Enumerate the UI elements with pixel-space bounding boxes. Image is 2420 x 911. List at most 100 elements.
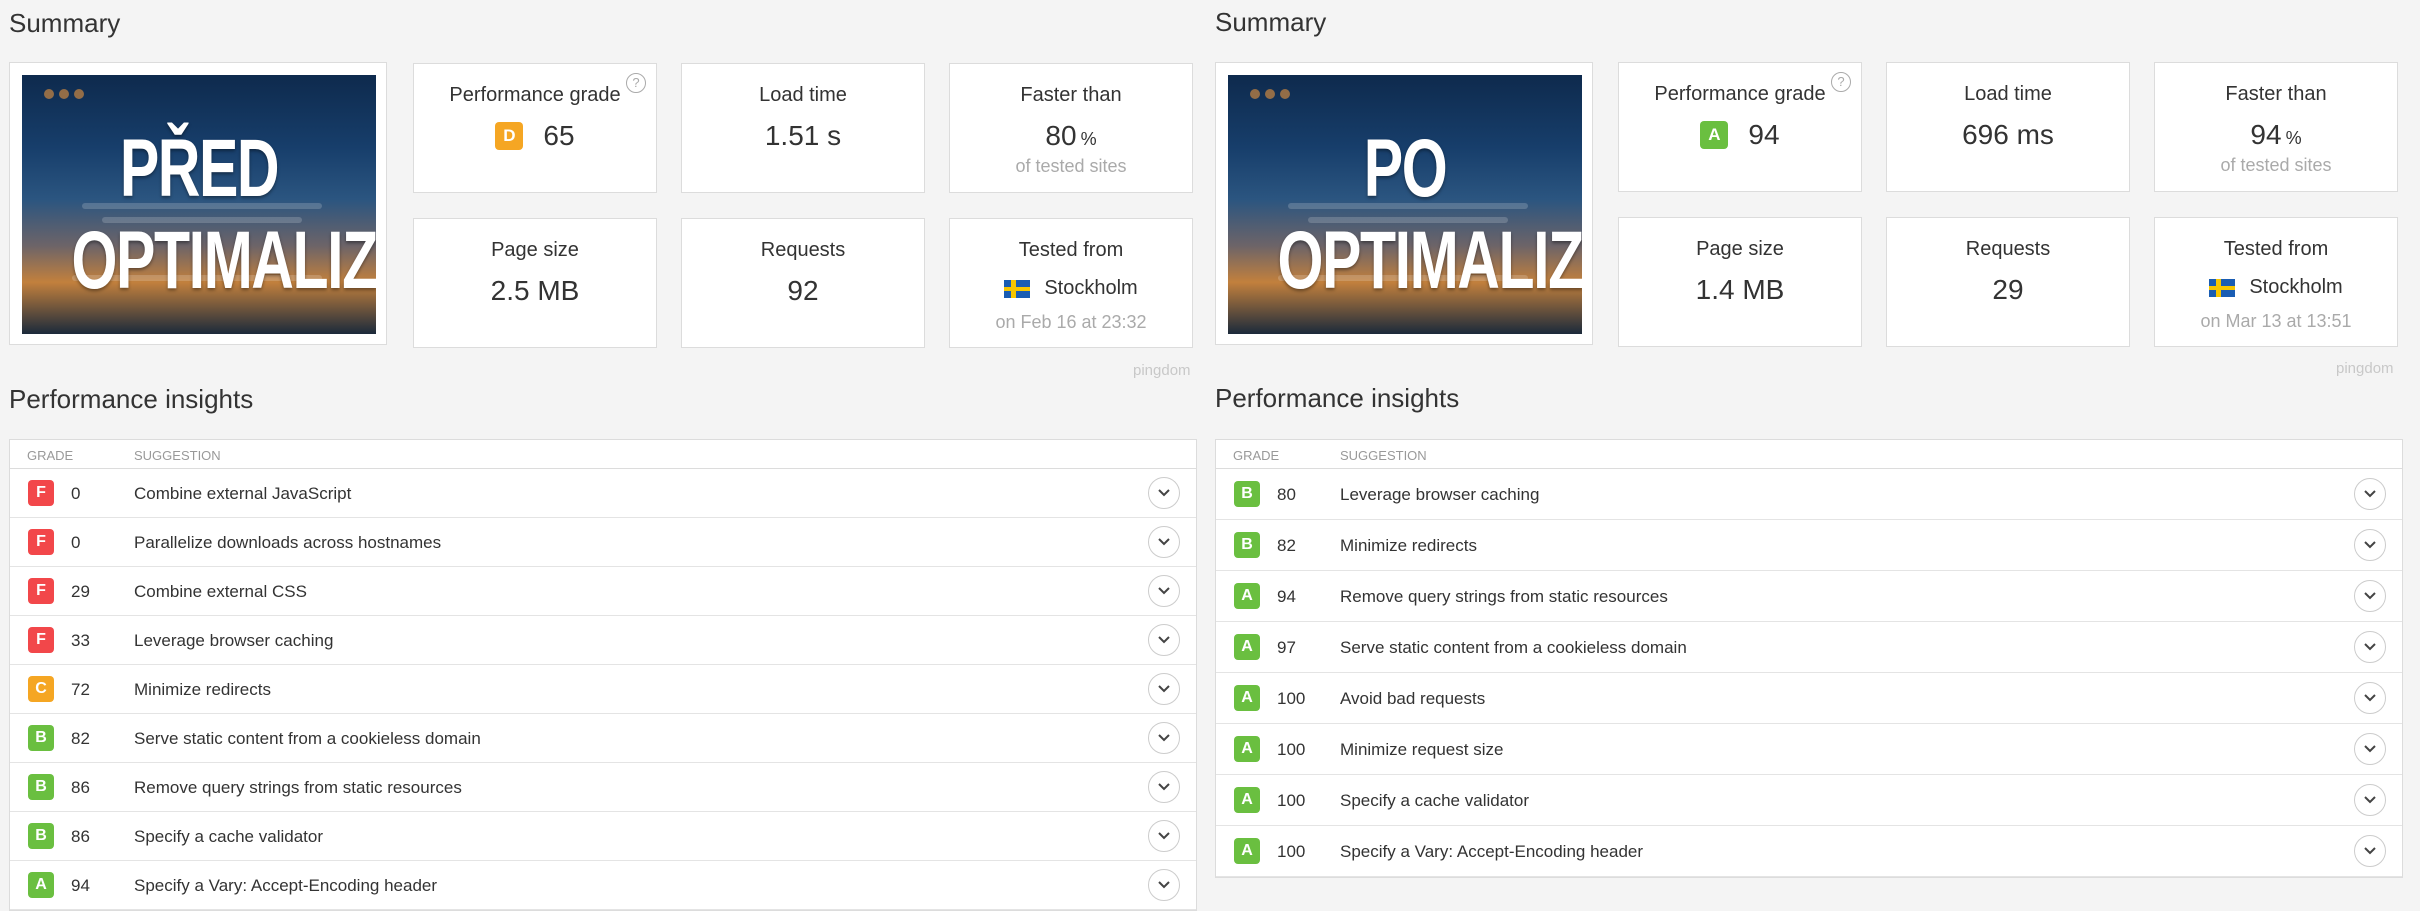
expand-button[interactable]: [2354, 835, 2386, 867]
expand-button[interactable]: [2354, 784, 2386, 816]
chevron-down-icon: [1158, 489, 1170, 497]
chevron-down-icon: [2364, 796, 2376, 804]
chevron-down-icon: [1158, 881, 1170, 889]
expand-button[interactable]: [1148, 673, 1180, 705]
expand-button[interactable]: [1148, 526, 1180, 558]
tested-location: Stockholm: [1044, 277, 1138, 299]
grade-badge: A: [1700, 121, 1729, 149]
grade-badge: B: [28, 823, 54, 849]
pingdom-logo: pingdom: [2336, 360, 2394, 377]
expand-button[interactable]: [1148, 477, 1180, 509]
expand-button[interactable]: [1148, 624, 1180, 656]
insights-table: GRADE SUGGESTION B 80 Leverage browser cac…: [1215, 439, 2403, 878]
table-row[interactable]: B 80 Leverage browser caching: [1216, 469, 2402, 520]
table-row[interactable]: A 100 Specify a cache validator: [1216, 775, 2402, 826]
chevron-down-icon: [1158, 587, 1170, 595]
suggestion-text: Specify a cache validator: [1340, 791, 1529, 810]
table-row[interactable]: F 0 Parallelize downloads across hostnames: [10, 518, 1196, 567]
pingdom-logo: pingdom: [1133, 362, 1191, 379]
chevron-down-icon: [1158, 783, 1170, 791]
tested-from-label: Tested from: [1018, 239, 1124, 261]
site-thumbnail: PŘED OPTIMALIZACÍ: [22, 75, 376, 334]
faster-than-label: Faster than: [1020, 84, 1122, 106]
expand-button[interactable]: [1148, 869, 1180, 901]
grade-badge: C: [28, 676, 54, 702]
suggestion-text: Leverage browser caching: [134, 631, 334, 650]
table-row[interactable]: B 86 Specify a cache validator: [10, 812, 1196, 861]
performance-grade-label: Performance grade: [449, 84, 621, 106]
chevron-down-icon: [1158, 538, 1170, 546]
table-row[interactable]: A 100 Minimize request size: [1216, 724, 2402, 775]
chevron-down-icon: [2364, 490, 2376, 498]
summary-panel-after: Summary PO OPTIMALIZACI Performance grad…: [1215, 0, 2411, 905]
grade-badge: F: [28, 627, 54, 653]
grade-badge: A: [1234, 838, 1260, 864]
faster-than-value: 80: [1045, 120, 1077, 151]
table-row[interactable]: F 0 Combine external JavaScript: [10, 469, 1196, 518]
score-value: 100: [1277, 740, 1306, 759]
grade-badge: F: [28, 529, 54, 555]
expand-button[interactable]: [1148, 820, 1180, 852]
page-size-card: Page size 1.4 MB: [1618, 217, 1862, 347]
chevron-down-icon: [1158, 734, 1170, 742]
performance-grade-label: Performance grade: [1654, 83, 1826, 105]
help-icon[interactable]: ?: [626, 73, 646, 93]
grade-badge: B: [1234, 532, 1260, 558]
help-icon[interactable]: ?: [1831, 72, 1851, 92]
site-thumbnail-card: PŘED OPTIMALIZACÍ: [9, 62, 387, 345]
score-value: 33: [71, 631, 90, 650]
score-value: 29: [71, 582, 90, 601]
table-row[interactable]: A 100 Specify a Vary: Accept-Encoding head…: [1216, 826, 2402, 877]
table-row[interactable]: F 29 Combine external CSS: [10, 567, 1196, 616]
table-row[interactable]: A 97 Serve static content from a cookieles…: [1216, 622, 2402, 673]
suggestion-text: Remove query strings from static resourc…: [134, 778, 462, 797]
suggestion-text: Minimize redirects: [134, 680, 271, 699]
expand-button[interactable]: [2354, 682, 2386, 714]
tested-date: on Mar 13 at 13:51: [2200, 311, 2352, 331]
load-time-label: Load time: [1964, 83, 2052, 105]
grade-badge: F: [28, 578, 54, 604]
grade-value: 94: [1748, 119, 1780, 150]
chevron-down-icon: [1158, 832, 1170, 840]
suggestion-text: Combine external CSS: [134, 582, 307, 601]
tested-from-label: Tested from: [2223, 238, 2329, 260]
score-value: 86: [71, 827, 90, 846]
requests-card: Requests 92: [681, 218, 925, 348]
expand-button[interactable]: [1148, 722, 1180, 754]
expand-button[interactable]: [2354, 478, 2386, 510]
site-thumbnail-card: PO OPTIMALIZACI: [1215, 62, 1593, 345]
chevron-down-icon: [1158, 685, 1170, 693]
table-row[interactable]: A 94 Remove query strings from static reso…: [1216, 571, 2402, 622]
table-row[interactable]: C 72 Minimize redirects: [10, 665, 1196, 714]
expand-button[interactable]: [2354, 529, 2386, 561]
score-value: 0: [71, 533, 81, 552]
thumbnail-nav: [1250, 89, 1290, 99]
expand-button[interactable]: [2354, 631, 2386, 663]
score-value: 82: [1277, 536, 1296, 555]
insights-table: GRADE SUGGESTION F 0 Combine external Java…: [9, 439, 1197, 911]
requests-label: Requests: [1965, 238, 2051, 260]
sweden-flag-icon: [1004, 279, 1031, 298]
table-row[interactable]: B 82 Minimize redirects: [1216, 520, 2402, 571]
table-row[interactable]: A 94 Specify a Vary: Accept-Encoding heade…: [10, 861, 1196, 910]
score-value: 100: [1277, 842, 1306, 861]
table-row[interactable]: B 86 Remove query strings from static reso…: [10, 763, 1196, 812]
table-header: GRADE SUGGESTION: [10, 440, 1196, 469]
expand-button[interactable]: [2354, 733, 2386, 765]
score-value: 97: [1277, 638, 1296, 657]
expand-button[interactable]: [1148, 575, 1180, 607]
expand-button[interactable]: [2354, 580, 2386, 612]
table-row[interactable]: B 82 Serve static content from a cookieles…: [10, 714, 1196, 763]
suggestion-text: Serve static content from a cookieless d…: [1340, 638, 1687, 657]
faster-than-subtext: of tested sites: [1015, 156, 1127, 176]
expand-button[interactable]: [1148, 771, 1180, 803]
faster-than-label: Faster than: [2225, 83, 2327, 105]
tested-date: on Feb 16 at 23:32: [995, 312, 1147, 332]
page-size-label: Page size: [1696, 238, 1784, 260]
table-row[interactable]: F 33 Leverage browser caching: [10, 616, 1196, 665]
suggestion-text: Specify a Vary: Accept-Encoding header: [134, 876, 438, 895]
page-size-card: Page size 2.5 MB: [413, 218, 657, 348]
suggestion-text: Leverage browser caching: [1340, 485, 1540, 504]
table-row[interactable]: A 100 Avoid bad requests: [1216, 673, 2402, 724]
score-value: 72: [71, 680, 90, 699]
